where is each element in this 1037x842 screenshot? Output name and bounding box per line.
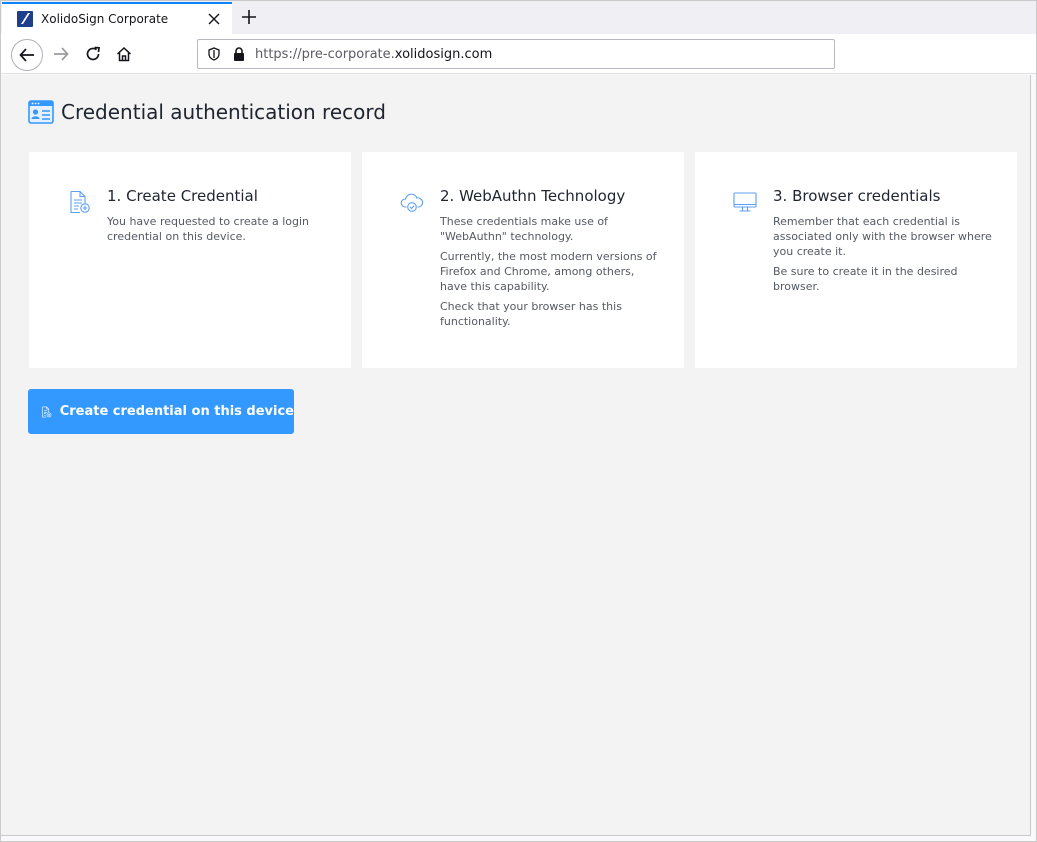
lock-icon[interactable] — [232, 46, 246, 62]
page-content: Credential authentication record 1. Crea… — [1, 75, 1031, 836]
card-paragraph: You have requested to create a login cre… — [107, 215, 309, 243]
arrow-left-icon[interactable] — [11, 39, 43, 71]
arrow-right-icon[interactable] — [49, 42, 73, 66]
card-title: 1. Create Credential — [107, 187, 258, 205]
create-credential-button-label: Create credential on this device — [59, 404, 294, 419]
page-title: Credential authentication record — [61, 100, 386, 124]
card-body: You have requested to create a login cre… — [107, 214, 327, 249]
card-body: Remember that each credential is associa… — [773, 214, 993, 299]
card-title: 2. WebAuthn Technology — [440, 187, 626, 205]
shield-icon[interactable] — [206, 46, 222, 62]
card-paragraph: Be sure to create it in the desired brow… — [773, 265, 958, 293]
reload-icon[interactable] — [81, 42, 105, 66]
url-domain: xolidosign.com — [394, 46, 493, 62]
xolidosign-logo-icon — [17, 11, 33, 27]
tab-title: XolidoSign Corporate — [41, 12, 169, 26]
tab-strip: XolidoSign Corporate — [1, 1, 1036, 34]
card-paragraph: These credentials make use of "WebAuthn"… — [440, 215, 608, 243]
card-paragraph: Currently, the most modern versions of F… — [440, 250, 657, 293]
card-webauthn-technology: 2. WebAuthn Technology These credentials… — [362, 152, 684, 368]
url-prefix: https://pre-corporate. — [255, 46, 395, 62]
document-add-icon — [70, 190, 90, 214]
plus-icon[interactable] — [237, 5, 261, 29]
card-browser-credentials: 3. Browser credentials Remember that eac… — [695, 152, 1017, 368]
monitor-icon — [733, 192, 757, 212]
navigation-toolbar: https://pre-corporate.xolidosign.com — [1, 34, 1036, 74]
id-card-icon — [28, 100, 54, 124]
close-icon[interactable] — [204, 9, 224, 29]
url-text: https://pre-corporate.xolidosign.com — [255, 47, 492, 62]
browser-window: XolidoSign Corporate https://pre-corpora… — [0, 0, 1037, 842]
page-header: Credential authentication record — [28, 99, 386, 125]
home-icon[interactable] — [112, 42, 136, 66]
document-add-icon — [42, 406, 52, 417]
card-paragraph: Remember that each credential is associa… — [773, 215, 992, 258]
card-create-credential: 1. Create Credential You have requested … — [29, 152, 351, 368]
tab-xolidosign[interactable]: XolidoSign Corporate — [2, 2, 232, 34]
card-paragraph: Check that your browser has this functio… — [440, 300, 622, 328]
card-body: These credentials make use of "WebAuthn"… — [440, 214, 660, 334]
create-credential-button[interactable]: Create credential on this device — [28, 389, 294, 434]
card-title: 3. Browser credentials — [773, 187, 941, 205]
address-bar[interactable]: https://pre-corporate.xolidosign.com — [197, 39, 835, 69]
cloud-check-icon — [400, 193, 424, 212]
